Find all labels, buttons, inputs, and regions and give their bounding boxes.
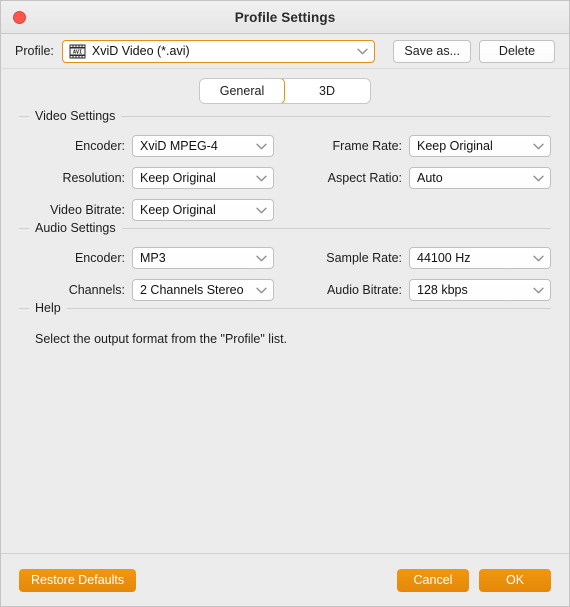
video-encoder-value: XviD MPEG-4 [140,139,218,153]
video-framerate-label: Frame Rate: [332,139,402,153]
chevron-down-icon [256,175,267,182]
audio-encoder-value: MP3 [140,251,166,265]
audio-bitrate-value: 128 kbps [417,283,468,297]
audio-samplerate-value: 44100 Hz [417,251,471,265]
profile-label: Profile: [15,44,54,58]
audio-encoder-dropdown[interactable]: MP3 [132,247,274,269]
video-resolution-label: Resolution: [62,171,125,185]
video-settings-group: Video Settings Encoder: XviD MPEG-4 Fram… [19,109,551,221]
window-title: Profile Settings [234,9,336,25]
tab-bar: General 3D [1,69,569,109]
video-settings-legend: Video Settings [35,109,116,123]
dialog-footer: Restore Defaults Cancel OK [1,553,569,606]
chevron-down-icon [256,143,267,150]
video-framerate-dropdown[interactable]: Keep Original [409,135,551,157]
restore-defaults-button[interactable]: Restore Defaults [19,568,137,592]
profile-dropdown[interactable]: AVI XviD Video (*.avi) [61,39,376,63]
help-group: Help Select the output format from the "… [19,301,551,346]
cancel-button[interactable]: Cancel [397,568,469,592]
chevron-down-icon [256,207,267,214]
audio-samplerate-label: Sample Rate: [326,251,402,265]
video-aspectratio-value: Auto [417,171,443,185]
video-aspectratio-label: Aspect Ratio: [327,171,402,185]
audio-channels-dropdown[interactable]: 2 Channels Stereo [132,279,274,301]
settings-content: Video Settings Encoder: XviD MPEG-4 Fram… [1,109,569,553]
chevron-down-icon [357,48,369,55]
help-legend: Help [35,301,61,315]
audio-settings-group: Audio Settings Encoder: MP3 Sample Rate:… [19,221,551,301]
audio-samplerate-dropdown[interactable]: 44100 Hz [409,247,551,269]
video-encoder-dropdown[interactable]: XviD MPEG-4 [132,135,274,157]
audio-bitrate-dropdown[interactable]: 128 kbps [409,279,551,301]
profile-bar: Profile: AVI XviD Video (*.avi) Save as.… [1,34,569,69]
audio-bitrate-label: Audio Bitrate: [326,283,402,297]
video-encoder-label: Encoder: [74,139,125,153]
video-bitrate-label: Video Bitrate: [50,203,125,217]
chevron-down-icon [533,255,544,262]
title-bar: Profile Settings [1,1,569,34]
profile-settings-window: Profile Settings Profile: AVI XviD Video… [0,0,570,607]
svg-text:AVI: AVI [73,49,82,55]
chevron-down-icon [533,287,544,294]
tab-3d[interactable]: 3D [284,79,370,103]
audio-channels-value: 2 Channels Stereo [140,283,244,297]
audio-settings-legend: Audio Settings [35,221,116,235]
chevron-down-icon [256,255,267,262]
audio-channels-label: Channels: [68,283,125,297]
video-resolution-dropdown[interactable]: Keep Original [132,167,274,189]
video-bitrate-dropdown[interactable]: Keep Original [132,199,274,221]
help-text: Select the output format from the "Profi… [35,332,288,346]
video-resolution-value: Keep Original [140,171,216,185]
audio-encoder-label: Encoder: [74,251,125,265]
delete-button[interactable]: Delete [479,39,555,63]
save-as-button[interactable]: Save as... [393,39,471,63]
tab-general[interactable]: General [200,79,285,103]
audio-settings-grid: Encoder: MP3 Sample Rate: 44100 Hz Chann… [19,235,551,301]
video-aspectratio-dropdown[interactable]: Auto [409,167,551,189]
ok-button[interactable]: OK [479,568,551,592]
avi-film-icon: AVI [69,44,86,58]
chevron-down-icon [533,175,544,182]
video-settings-grid: Encoder: XviD MPEG-4 Frame Rate: Keep Or… [19,123,551,221]
profile-value: XviD Video (*.avi) [91,44,190,58]
chevron-down-icon [256,287,267,294]
chevron-down-icon [533,143,544,150]
video-framerate-value: Keep Original [417,139,493,153]
video-bitrate-value: Keep Original [140,203,216,217]
